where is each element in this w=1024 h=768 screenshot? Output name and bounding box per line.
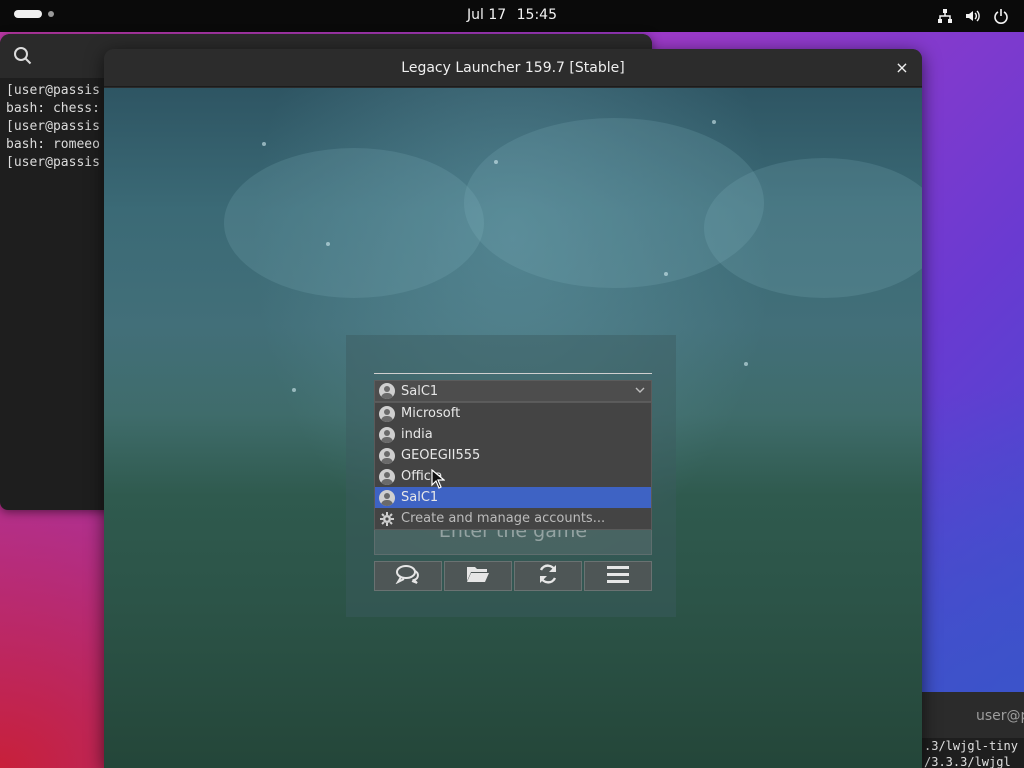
sparkle [326, 242, 330, 246]
gear-icon [379, 511, 395, 527]
account-option-label: SalC1 [401, 490, 439, 505]
launcher-titlebar: Legacy Launcher 159.7 [Stable] × [104, 49, 922, 87]
user-icon [379, 468, 395, 485]
menu-icon [607, 565, 629, 587]
window-title: Legacy Launcher 159.7 [Stable] [401, 60, 625, 76]
terminal-line: .3/lwjgl-tiny [924, 739, 1018, 753]
manage-accounts-option[interactable]: Create and manage accounts... [375, 508, 651, 529]
cloud-shape [224, 148, 484, 298]
close-button[interactable]: × [892, 58, 912, 78]
clock[interactable]: Jul 17 15:45 [0, 7, 1024, 23]
account-option-selected[interactable]: SalC1 [375, 487, 651, 508]
user-icon [379, 447, 395, 464]
user-icon [379, 383, 395, 399]
manage-accounts-label: Create and manage accounts... [401, 511, 606, 526]
launcher-toolbar [374, 561, 652, 591]
system-tray[interactable] [936, 7, 1010, 25]
account-select-value: SalC1 [401, 383, 439, 399]
folder-button[interactable] [444, 561, 512, 591]
login-panel: SalC1 Enter the game Microsoft india GEO… [346, 335, 676, 617]
network-icon [936, 7, 954, 25]
power-icon [992, 7, 1010, 25]
cloud-shape [704, 158, 922, 298]
user-icon [379, 405, 395, 422]
terminal-window-2[interactable]: user@p .3/lwjgl-tiny /3.3.3/lwjgl [922, 692, 1024, 768]
clock-time: 15:45 [516, 7, 557, 23]
account-option[interactable]: Officla [375, 466, 651, 487]
volume-icon [964, 7, 982, 25]
top-bar: Jul 17 15:45 [0, 0, 1024, 32]
sparkle [292, 388, 296, 392]
account-option[interactable]: GEOEGII555 [375, 445, 651, 466]
sparkle [744, 362, 748, 366]
account-option-label: Microsoft [401, 406, 461, 421]
chat-button[interactable] [374, 561, 442, 591]
search-icon[interactable] [12, 45, 34, 67]
terminal2-header: user@p [922, 692, 1024, 738]
chat-icon [395, 564, 421, 588]
user-icon [379, 426, 395, 443]
menu-button[interactable] [584, 561, 652, 591]
launcher-background: SalC1 Enter the game Microsoft india GEO… [104, 88, 922, 768]
account-select[interactable]: SalC1 [374, 380, 652, 402]
refresh-button[interactable] [514, 561, 582, 591]
mouse-cursor-icon [431, 468, 446, 489]
sparkle [494, 160, 498, 164]
terminal2-output: .3/lwjgl-tiny /3.3.3/lwjgl [922, 738, 1024, 768]
account-option-label: GEOEGII555 [401, 448, 481, 463]
account-option[interactable]: india [375, 424, 651, 445]
user-icon [379, 489, 395, 506]
account-dropdown[interactable]: Microsoft india GEOEGII555 Officla SalC1 [374, 402, 652, 530]
refresh-icon [537, 563, 559, 589]
sparkle [262, 142, 266, 146]
sparkle [664, 272, 668, 276]
folder-icon [466, 565, 490, 587]
terminal-line: /3.3.3/lwjgl [924, 755, 1011, 768]
launcher-window[interactable]: Legacy Launcher 159.7 [Stable] × SalC1 E… [104, 49, 922, 768]
sparkle [712, 120, 716, 124]
account-option-label: india [401, 427, 433, 442]
chevron-down-icon [635, 383, 645, 400]
panel-divider [374, 373, 652, 374]
clock-date: Jul 17 [467, 7, 507, 23]
account-option[interactable]: Microsoft [375, 403, 651, 424]
